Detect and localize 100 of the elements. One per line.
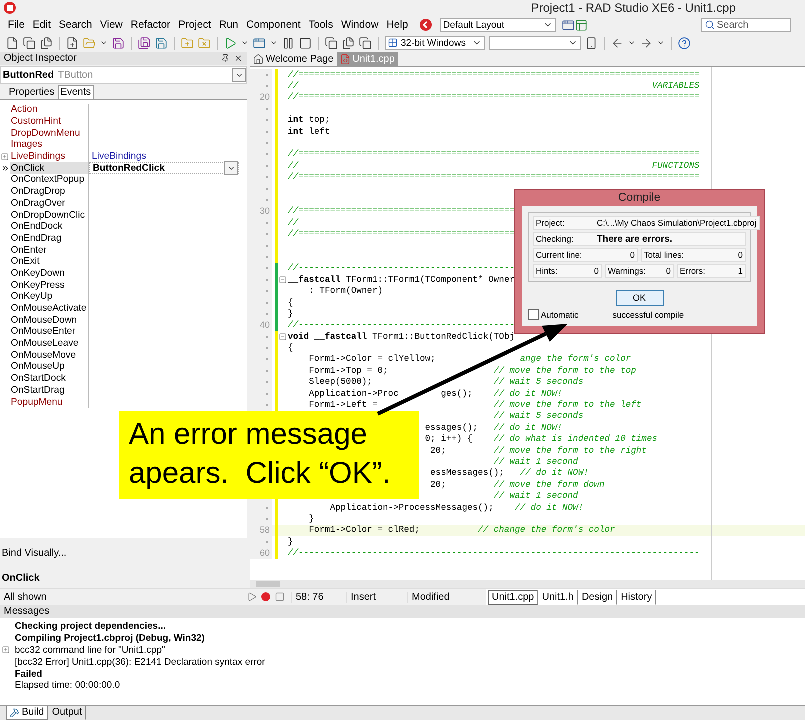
- arrow-right-icon[interactable]: [640, 36, 653, 50]
- expand-icon[interactable]: [2, 646, 10, 654]
- inspector-tab[interactable]: Properties: [6, 85, 58, 99]
- event-name[interactable]: DropDownMenu: [10, 127, 89, 140]
- view-tab[interactable]: Unit1.cpp: [488, 590, 538, 604]
- event-name[interactable]: OnDropDownClic: [10, 209, 89, 221]
- component-selector[interactable]: ButtonRed TButton: [0, 66, 247, 84]
- menu-item[interactable]: View: [96, 19, 127, 31]
- menu-item[interactable]: Edit: [28, 19, 56, 31]
- event-name[interactable]: OnMouseDown: [10, 314, 89, 326]
- pin-icon[interactable]: [221, 54, 230, 63]
- event-name[interactable]: OnMouseMove: [10, 349, 89, 362]
- menu-item[interactable]: Refactor: [126, 19, 175, 31]
- platform-dropdown[interactable]: 32-bit Windows: [385, 36, 485, 50]
- event-name[interactable]: OnEnter: [10, 244, 89, 256]
- event-name[interactable]: Action: [10, 104, 89, 116]
- stop-icon[interactable]: [299, 36, 312, 50]
- copy-icon[interactable]: [23, 36, 36, 50]
- event-name[interactable]: OnMouseUp: [10, 361, 89, 373]
- editor-tab[interactable]: Welcome Page: [250, 52, 337, 66]
- save-all-icon[interactable]: [138, 36, 151, 50]
- caret-icon[interactable]: [270, 39, 278, 47]
- search-icon[interactable]: [705, 20, 715, 30]
- save-icon[interactable]: [112, 36, 125, 50]
- window-icon[interactable]: [562, 18, 576, 32]
- code-comment: // do it NOW!: [514, 502, 584, 513]
- close-icon[interactable]: [234, 54, 243, 63]
- window-icon[interactable]: [253, 36, 266, 50]
- event-name[interactable]: OnDragOver: [10, 198, 89, 210]
- code-text: essMessages();: [430, 468, 504, 478]
- home-icon[interactable]: [253, 54, 264, 64]
- menu-item[interactable]: Tools: [304, 19, 338, 31]
- event-name[interactable]: OnContextPopup: [10, 174, 89, 186]
- event-name[interactable]: OnDragDrop: [10, 186, 89, 198]
- event-name[interactable]: OnExit: [10, 256, 89, 268]
- messages-tab[interactable]: Build: [6, 706, 48, 720]
- caret-icon[interactable]: [628, 39, 636, 47]
- menu-item[interactable]: Help: [382, 19, 412, 31]
- checkbox[interactable]: [528, 309, 539, 320]
- file-icon[interactable]: [6, 36, 19, 50]
- event-name[interactable]: OnEndDrag: [10, 232, 89, 244]
- event-name[interactable]: Images: [10, 139, 89, 151]
- code-comment: //=========================================: [288, 206, 515, 216]
- menu-item[interactable]: Project: [174, 19, 216, 31]
- app-logo-icon: [4, 2, 16, 14]
- menu-item[interactable]: Component: [242, 19, 305, 31]
- files-icon[interactable]: [40, 36, 53, 50]
- copy-icon[interactable]: [325, 36, 338, 50]
- inspector-tab[interactable]: Events: [58, 85, 94, 99]
- code-comment: // move the form to the right: [494, 446, 647, 456]
- event-name[interactable]: OnMouseLeave: [10, 338, 89, 350]
- event-name[interactable]: OnMouseEnter: [10, 326, 89, 338]
- bind-visually-link[interactable]: Bind Visually...: [2, 548, 67, 558]
- window-icon[interactable]: [575, 18, 588, 32]
- event-name[interactable]: OnClick: [10, 162, 89, 174]
- menu-item[interactable]: Search: [55, 19, 96, 31]
- pause-icon[interactable]: [282, 36, 295, 50]
- event-value[interactable]: LiveBindings: [89, 150, 239, 162]
- ok-button[interactable]: OK: [616, 290, 664, 306]
- message-line: Elapsed time: 00:00:00.0: [15, 680, 120, 692]
- menu-item[interactable]: Run: [215, 19, 243, 31]
- copy-icon[interactable]: [359, 36, 372, 50]
- back-circle-icon[interactable]: [420, 19, 432, 31]
- event-name[interactable]: OnKeyUp: [10, 291, 89, 303]
- line-number: 58: [260, 525, 270, 536]
- event-name[interactable]: OnMouseActivate: [10, 302, 89, 314]
- help-icon[interactable]: [678, 36, 691, 50]
- arrow-left-icon[interactable]: [611, 36, 624, 50]
- event-value[interactable]: ButtonRedClick: [89, 162, 239, 174]
- double-chevron-icon[interactable]: [0, 164, 10, 173]
- phone-icon[interactable]: [585, 36, 598, 50]
- caret-icon[interactable]: [241, 39, 249, 47]
- menu-item[interactable]: File: [4, 19, 29, 31]
- scrollbar-thumb[interactable]: [256, 581, 280, 587]
- event-name[interactable]: OnStartDrag: [10, 384, 89, 396]
- dialog-title: Compile: [618, 192, 661, 204]
- search-field[interactable]: Search: [701, 18, 791, 32]
- new-file-icon[interactable]: [66, 36, 79, 50]
- expand-icon[interactable]: [1, 152, 9, 161]
- event-name[interactable]: CustomHint: [10, 116, 89, 128]
- event-name[interactable]: OnStartDock: [10, 372, 89, 384]
- event-name[interactable]: PopupMenu: [10, 396, 89, 408]
- files-icon[interactable]: [342, 36, 355, 50]
- line-number: 60: [260, 548, 270, 558]
- play-icon[interactable]: [247, 592, 257, 602]
- layout-dropdown[interactable]: Default Layout: [440, 18, 556, 32]
- event-name[interactable]: OnKeyDown: [10, 268, 89, 280]
- menu-item[interactable]: Window: [337, 19, 383, 31]
- caret-icon[interactable]: [100, 39, 108, 47]
- code-comment: // wait 5 seconds: [494, 377, 584, 388]
- grid-icon[interactable]: [388, 38, 398, 48]
- event-name[interactable]: OnEndDock: [10, 220, 89, 233]
- hammer-icon[interactable]: [10, 708, 20, 718]
- event-name[interactable]: OnKeyPress: [10, 279, 89, 291]
- play-icon[interactable]: [224, 36, 237, 50]
- callout-note: An error message apears. Click “OK”.: [119, 411, 419, 499]
- code-text: : TForm(Owner): [309, 286, 384, 296]
- record-icon[interactable]: [261, 592, 271, 602]
- caret-icon[interactable]: [657, 39, 665, 47]
- save-icon[interactable]: [155, 36, 168, 50]
